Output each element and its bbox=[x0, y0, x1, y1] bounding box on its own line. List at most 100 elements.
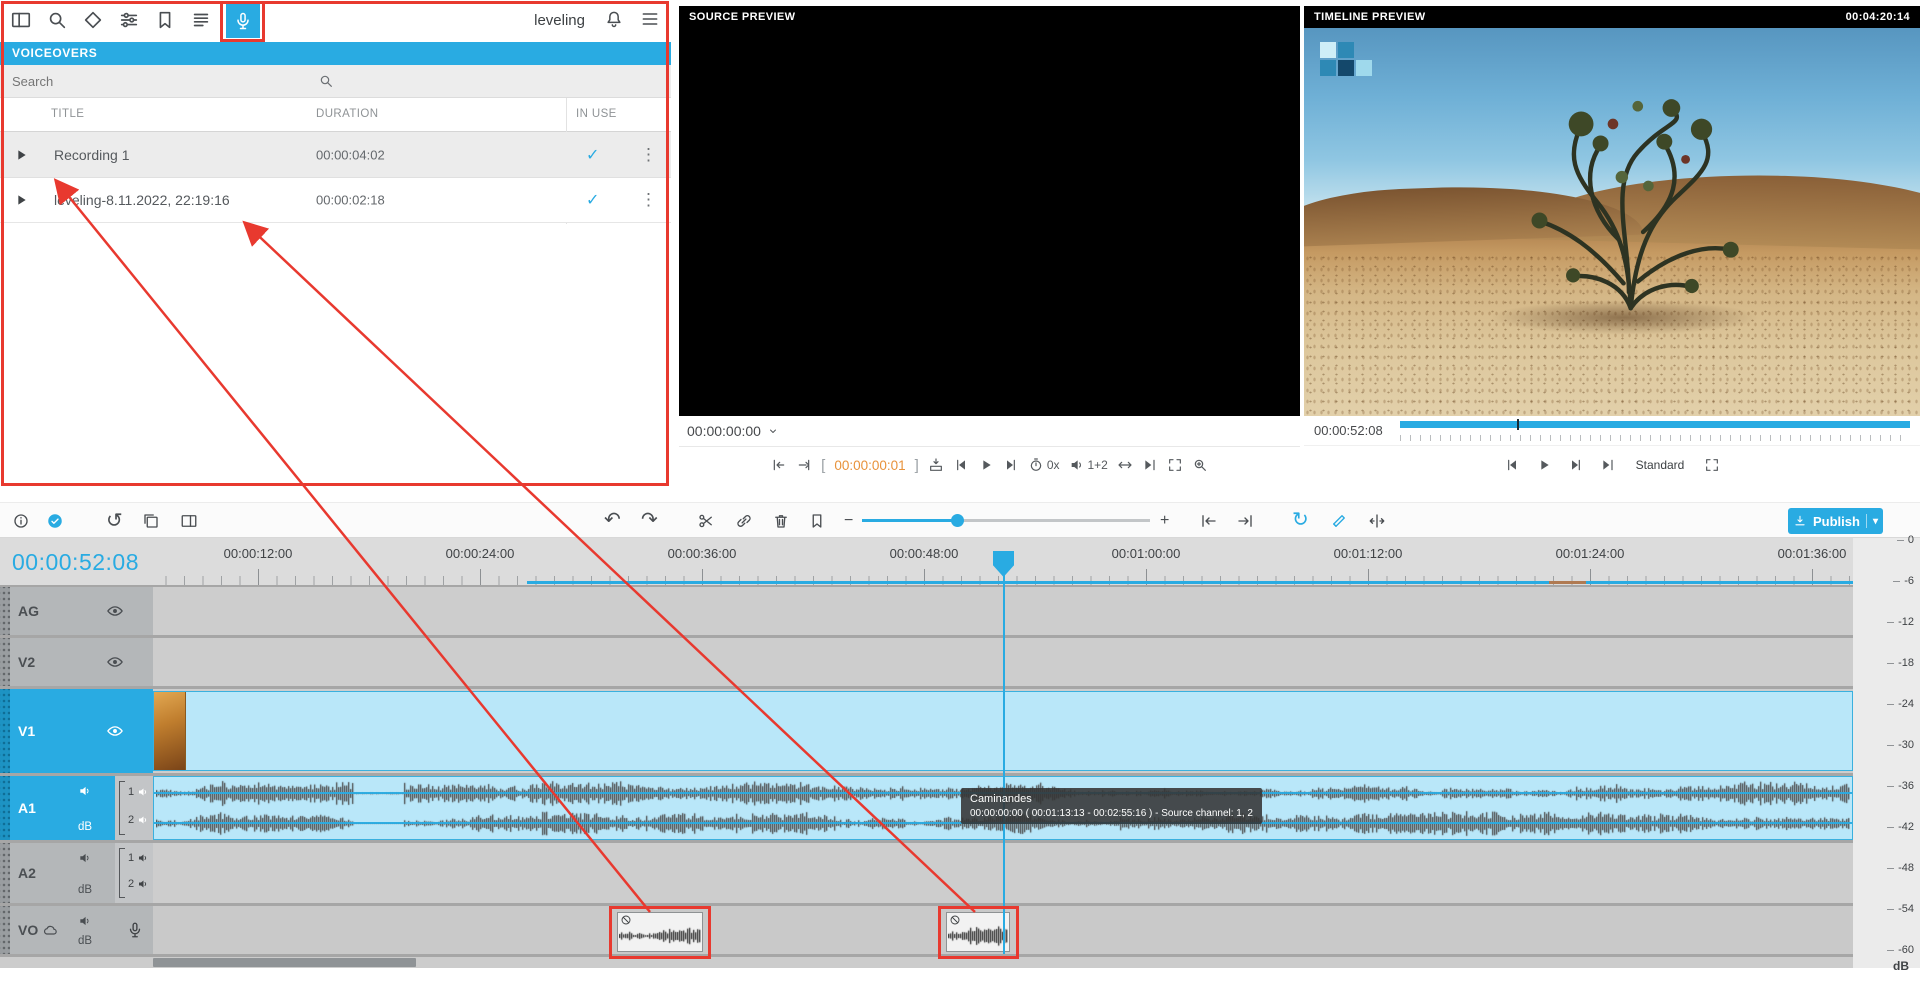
speaker-icon[interactable] bbox=[137, 852, 149, 864]
approve-check-icon[interactable] bbox=[46, 512, 64, 530]
redo-icon[interactable]: ↷ bbox=[641, 510, 658, 530]
voiceover-clip-2[interactable] bbox=[946, 912, 1010, 952]
scrub-bar[interactable] bbox=[1400, 416, 1910, 445]
goto-mark-in-icon[interactable] bbox=[771, 457, 787, 473]
marker-icon[interactable] bbox=[808, 512, 826, 530]
hamburger-menu-icon[interactable] bbox=[640, 9, 660, 29]
drag-handle[interactable] bbox=[0, 587, 10, 635]
speaker-icon[interactable] bbox=[78, 914, 92, 928]
undo-icon[interactable]: ↶ bbox=[604, 510, 621, 530]
track-vo-header[interactable]: VO dB bbox=[0, 906, 153, 954]
cut-scissors-icon[interactable] bbox=[697, 512, 715, 530]
caret-down-icon[interactable]: ▾ bbox=[1873, 516, 1878, 527]
play-icon[interactable] bbox=[1536, 457, 1552, 473]
voiceover-row[interactable]: Recording 1 00:00:04:02 ✓ ⋮ bbox=[0, 132, 671, 178]
overwrite-mode-icon[interactable] bbox=[1236, 512, 1254, 530]
drag-handle[interactable] bbox=[0, 638, 10, 686]
search-icon[interactable] bbox=[318, 73, 334, 89]
db-toggle[interactable]: dB bbox=[78, 935, 92, 947]
channel-row[interactable]: 1 bbox=[128, 786, 149, 798]
speaker-icon[interactable] bbox=[137, 786, 149, 798]
timeline-scrollbar[interactable] bbox=[0, 957, 1853, 968]
insert-mode-icon[interactable] bbox=[1200, 512, 1218, 530]
insert-to-timeline-icon[interactable] bbox=[928, 457, 944, 473]
layout-panels-icon[interactable] bbox=[10, 9, 32, 31]
source-preview-video[interactable] bbox=[679, 28, 1300, 416]
track-v2-header[interactable]: V2 bbox=[0, 638, 153, 686]
mark-in-bracket[interactable]: [ bbox=[821, 457, 825, 474]
track-a1-header[interactable]: A1 dB 1 2 bbox=[0, 776, 153, 840]
trim-expand-icon[interactable] bbox=[1368, 512, 1386, 530]
track-ag-header[interactable]: AG bbox=[0, 587, 153, 635]
play-icon[interactable] bbox=[13, 192, 29, 208]
reset-icon[interactable]: ↺ bbox=[106, 511, 123, 531]
fullscreen-icon[interactable] bbox=[1167, 457, 1183, 473]
delete-trash-icon[interactable] bbox=[772, 512, 790, 530]
razor-icon[interactable] bbox=[1330, 512, 1348, 530]
publish-button[interactable]: Publish ▾ bbox=[1788, 508, 1883, 534]
effects-icon[interactable] bbox=[82, 9, 104, 31]
zoom-in-icon[interactable] bbox=[1192, 457, 1208, 473]
previous-frame-icon[interactable] bbox=[953, 457, 969, 473]
kebab-menu-icon[interactable]: ⋮ bbox=[640, 190, 657, 210]
visibility-eye-icon[interactable] bbox=[106, 653, 124, 671]
play-icon[interactable] bbox=[978, 457, 994, 473]
search-icon[interactable] bbox=[46, 9, 68, 31]
mark-out-bracket[interactable]: ] bbox=[915, 457, 919, 474]
info-icon[interactable] bbox=[12, 512, 30, 530]
channel-row[interactable]: 2 bbox=[128, 814, 149, 826]
play-icon[interactable] bbox=[13, 147, 29, 163]
scrollbar-thumb[interactable] bbox=[153, 958, 416, 967]
scrub-position-marker[interactable] bbox=[1517, 419, 1519, 430]
voiceover-clip-1[interactable] bbox=[617, 912, 703, 952]
voiceover-row[interactable]: leveling-8.11.2022, 22:19:16 00:00:02:18… bbox=[0, 178, 671, 223]
scrub-bar-track[interactable] bbox=[1400, 421, 1910, 428]
previous-frame-icon[interactable] bbox=[1504, 457, 1520, 473]
drag-handle[interactable] bbox=[0, 689, 10, 773]
timeline-ruler[interactable]: 00:00:52:08 00:00:12:00 00:00:24:00 00:0… bbox=[0, 538, 1920, 585]
list-icon[interactable] bbox=[190, 9, 212, 31]
drag-handle[interactable] bbox=[0, 843, 10, 903]
adjust-sliders-icon[interactable] bbox=[118, 9, 140, 31]
fullscreen-icon[interactable] bbox=[1704, 457, 1720, 473]
audio-channels[interactable]: 1+2 bbox=[1069, 457, 1108, 473]
track-a2-header[interactable]: A2 dB 1 2 bbox=[0, 843, 153, 903]
db-toggle[interactable]: dB bbox=[78, 821, 92, 833]
zoom-in-icon[interactable]: + bbox=[1160, 513, 1169, 529]
speaker-icon[interactable] bbox=[137, 878, 149, 890]
drag-handle[interactable] bbox=[0, 776, 10, 840]
zoom-out-icon[interactable]: − bbox=[844, 513, 853, 529]
speaker-icon[interactable] bbox=[137, 814, 149, 826]
chevron-down-icon[interactable] bbox=[767, 425, 779, 437]
speaker-icon[interactable] bbox=[78, 851, 92, 865]
skip-end-icon[interactable] bbox=[1600, 457, 1616, 473]
render-refresh-icon[interactable]: ↻ bbox=[1292, 510, 1309, 530]
db-toggle[interactable]: dB bbox=[78, 884, 92, 896]
channel-row[interactable]: 2 bbox=[128, 878, 149, 890]
channel-row[interactable]: 1 bbox=[128, 852, 149, 864]
search-input[interactable] bbox=[0, 65, 340, 97]
track-v1-header[interactable]: V1 bbox=[0, 689, 153, 773]
skip-end-icon[interactable] bbox=[1142, 457, 1158, 473]
notifications-bell-icon[interactable] bbox=[604, 9, 624, 29]
visibility-eye-icon[interactable] bbox=[106, 602, 124, 620]
marker-icon[interactable] bbox=[154, 9, 176, 31]
link-icon[interactable] bbox=[735, 512, 753, 530]
kebab-menu-icon[interactable]: ⋮ bbox=[640, 145, 657, 165]
fit-width-icon[interactable] bbox=[1117, 457, 1133, 473]
playhead[interactable] bbox=[1003, 557, 1005, 954]
quality-selector[interactable]: Standard bbox=[1636, 458, 1685, 472]
drag-handle[interactable] bbox=[0, 906, 10, 954]
timeline-preview-video[interactable] bbox=[1304, 28, 1920, 416]
playback-speed[interactable]: 0x bbox=[1028, 457, 1060, 473]
next-frame-icon[interactable] bbox=[1003, 457, 1019, 473]
zoom-slider-knob[interactable] bbox=[951, 514, 964, 527]
microphone-icon[interactable] bbox=[226, 4, 260, 38]
split-panel-icon[interactable] bbox=[180, 512, 198, 530]
next-frame-icon[interactable] bbox=[1568, 457, 1584, 473]
speaker-icon[interactable] bbox=[78, 784, 92, 798]
goto-mark-out-icon[interactable] bbox=[796, 457, 812, 473]
duplicate-icon[interactable] bbox=[142, 512, 160, 530]
visibility-eye-icon[interactable] bbox=[106, 722, 124, 740]
record-microphone-icon[interactable] bbox=[126, 921, 144, 939]
